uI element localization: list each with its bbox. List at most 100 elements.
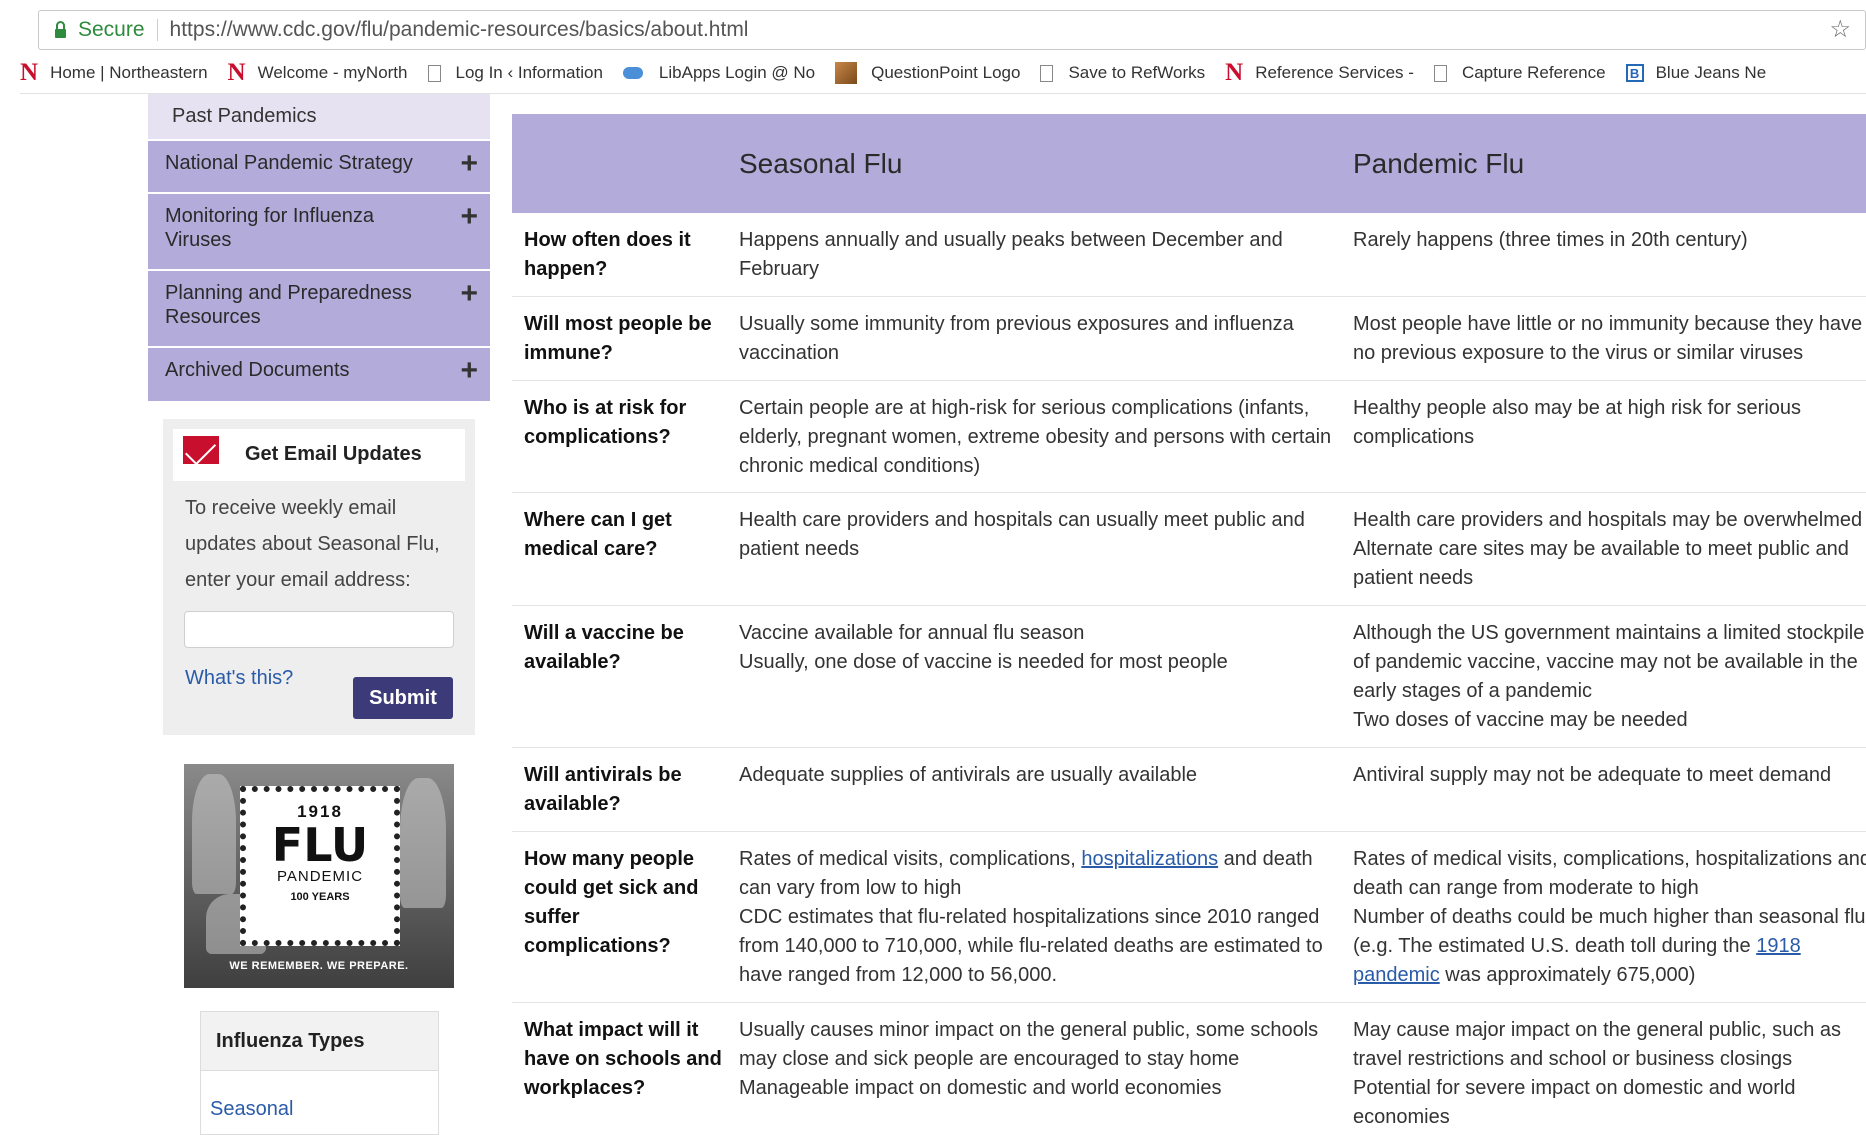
sidebar-item-label: Archived Documents bbox=[165, 359, 350, 381]
email-updates-description: To receive weekly email updates about Se… bbox=[185, 497, 440, 591]
sidebar-item-label: Past Pandemics bbox=[172, 105, 317, 127]
seasonal-text: Rates of medical visits, complications, bbox=[739, 848, 1082, 870]
bookmark-label: Log In ‹ Information bbox=[455, 63, 603, 82]
url-text[interactable]: https://www.cdc.gov/flu/pandemic-resourc… bbox=[170, 18, 749, 42]
northeastern-n-icon: N bbox=[1225, 59, 1244, 86]
email-updates-header: Get Email Updates bbox=[173, 429, 465, 481]
seasonal-cell: Health care providers and hospitals can … bbox=[739, 509, 1305, 560]
influenza-types-heading: Influenza Types bbox=[201, 1012, 438, 1071]
email-field[interactable] bbox=[184, 611, 454, 648]
pandemic-cell: Rarely happens (three times in 20th cent… bbox=[1353, 229, 1748, 251]
row-question: Will antivirals be available? bbox=[524, 764, 682, 815]
sidebar-item-past-pandemics[interactable]: Past Pandemics bbox=[148, 94, 490, 139]
pandemic-cell: Most people have little or no immunity b… bbox=[1353, 313, 1863, 364]
bookmark-label: Save to RefWorks bbox=[1068, 63, 1206, 82]
flu-comparison-table: Seasonal Flu Pandemic Flu How often does… bbox=[512, 114, 1866, 1128]
bookmark-mynorth[interactable]: N Welcome - myNorth bbox=[228, 59, 408, 87]
submit-button[interactable]: Submit bbox=[353, 677, 453, 719]
seasonal-cell: Certain people are at high-risk for seri… bbox=[739, 397, 1332, 477]
promo-figure bbox=[192, 774, 236, 894]
promo-tagline: WE REMEMBER. WE PREPARE. bbox=[229, 960, 409, 972]
sidebar-item-label: Planning and Preparedness Resources bbox=[165, 282, 412, 328]
bookmark-login-information[interactable]: Log In ‹ Information bbox=[427, 63, 603, 83]
sidebar-item-planning[interactable]: Planning and Preparedness Resources + bbox=[148, 269, 490, 346]
influenza-types-box: Influenza Types Seasonal bbox=[200, 1011, 439, 1135]
expand-plus-icon[interactable]: + bbox=[460, 279, 478, 309]
seasonal-cell: Happens annually and usually peaks betwe… bbox=[739, 229, 1283, 280]
sidebar-item-national-pandemic-strategy[interactable]: National Pandemic Strategy + bbox=[148, 139, 490, 192]
table-row: Will most people be immune? Usually some… bbox=[512, 297, 1866, 381]
pandemic-cell: Healthy people also may be at high risk … bbox=[1353, 397, 1802, 448]
bookmark-label: QuestionPoint Logo bbox=[871, 63, 1021, 82]
sidebar-item-monitoring[interactable]: Monitoring for Influenza Viruses + bbox=[148, 192, 490, 269]
expand-plus-icon[interactable]: + bbox=[460, 356, 478, 386]
seasonal-text: CDC estimates that flu-related hospitali… bbox=[739, 906, 1323, 986]
flu-1918-badge: 1918 FLU PANDEMIC 100 YEARS bbox=[240, 786, 400, 946]
table-row: How often does it happen? Happens annual… bbox=[512, 213, 1866, 297]
cloud-icon bbox=[622, 67, 643, 79]
northeastern-n-icon: N bbox=[227, 59, 246, 86]
bookmark-label: Welcome - myNorth bbox=[257, 63, 408, 82]
bluejeans-icon: B bbox=[1625, 64, 1644, 82]
whats-this-link[interactable]: What's this? bbox=[185, 667, 293, 690]
expand-plus-icon[interactable]: + bbox=[460, 202, 478, 232]
browser-chrome: Secure https://www.cdc.gov/flu/pandemic-… bbox=[0, 0, 1866, 94]
row-question: How often does it happen? bbox=[524, 229, 691, 280]
table-row: Where can I get medical care? Health car… bbox=[512, 493, 1866, 606]
bookmark-label: LibApps Login @ No bbox=[658, 63, 816, 82]
seasonal-link[interactable]: Seasonal bbox=[210, 1098, 293, 1121]
left-gutter bbox=[0, 94, 22, 1135]
table-row: Will a vaccine be available? Vaccine ava… bbox=[512, 606, 1866, 748]
seasonal-cell: Usually some immunity from previous expo… bbox=[739, 313, 1294, 364]
bookmark-label: Reference Services - bbox=[1255, 63, 1414, 82]
table-row: How many people could get sick and suffe… bbox=[512, 832, 1866, 1003]
row-question: Will most people be immune? bbox=[524, 313, 712, 364]
sidebar-item-archived-documents[interactable]: Archived Documents + bbox=[148, 346, 490, 401]
sidebar-item-label: Monitoring for Influenza Viruses bbox=[165, 205, 375, 251]
pandemic-cell: Health care providers and hospitals may … bbox=[1353, 509, 1863, 589]
table-row: What impact will it have on schools and … bbox=[512, 1003, 1866, 1128]
bookmark-label: Blue Jeans Ne bbox=[1655, 63, 1767, 82]
header-pandemic-flu: Pandemic Flu bbox=[1353, 148, 1525, 179]
badge-years: 100 YEARS bbox=[290, 891, 350, 903]
bookmark-capture-reference[interactable]: Capture Reference bbox=[1433, 63, 1606, 83]
sidebar-item-label: National Pandemic Strategy bbox=[165, 152, 413, 174]
bookmarks-bar: N Home | Northeastern N Welcome - myNort… bbox=[20, 56, 1866, 90]
bookmark-refworks[interactable]: Save to RefWorks bbox=[1040, 63, 1205, 83]
pandemic-cell: Although the US government maintains a l… bbox=[1353, 622, 1865, 731]
address-separator bbox=[156, 19, 158, 41]
expand-plus-icon[interactable]: + bbox=[460, 149, 478, 179]
header-seasonal-flu: Seasonal Flu bbox=[739, 148, 903, 179]
bookmark-star-icon[interactable]: ☆ bbox=[1829, 15, 1851, 44]
email-updates-title: Get Email Updates bbox=[245, 443, 422, 465]
pandemic-cell: Antiviral supply may not be adequate to … bbox=[1353, 764, 1832, 786]
email-updates-box: Get Email Updates To receive weekly emai… bbox=[163, 419, 475, 735]
northeastern-n-icon: N bbox=[20, 59, 39, 86]
table-row: Will antivirals be available? Adequate s… bbox=[512, 748, 1866, 832]
seasonal-cell: Adequate supplies of antivirals are usua… bbox=[739, 764, 1198, 786]
address-bar[interactable]: Secure https://www.cdc.gov/flu/pandemic-… bbox=[38, 10, 1866, 50]
badge-pandemic: PANDEMIC bbox=[276, 868, 364, 885]
pandemic-text: Rates of medical visits, complications, … bbox=[1353, 848, 1866, 899]
bookmark-home-northeastern[interactable]: N Home | Northeastern bbox=[20, 59, 208, 87]
seasonal-cell: Usually causes minor impact on the gener… bbox=[739, 1019, 1319, 1099]
bookmark-questionpoint[interactable]: QuestionPoint Logo bbox=[835, 62, 1020, 84]
bookmark-bluejeans[interactable]: B Blue Jeans Ne bbox=[1625, 63, 1767, 83]
hospitalizations-link[interactable]: hospitalizations bbox=[1081, 848, 1218, 870]
bookmark-libapps[interactable]: LibApps Login @ No bbox=[622, 63, 816, 83]
pandemic-text: was approximately 675,000) bbox=[1439, 964, 1696, 986]
table-row: Who is at risk for complications? Certai… bbox=[512, 381, 1866, 493]
flu-1918-promo-image[interactable]: 1918 FLU PANDEMIC 100 YEARS WE REMEMBER.… bbox=[184, 764, 454, 988]
seasonal-cell: Rates of medical visits, complications, … bbox=[739, 845, 1339, 990]
page-icon bbox=[427, 64, 441, 82]
bookmark-label: Home | Northeastern bbox=[50, 63, 208, 82]
row-question: How many people could get sick and suffe… bbox=[524, 848, 699, 957]
page-icon bbox=[1040, 64, 1054, 82]
secure-label: Secure bbox=[78, 18, 145, 41]
page-icon bbox=[1433, 64, 1447, 82]
bookmark-reference-services[interactable]: N Reference Services - bbox=[1225, 59, 1414, 87]
seasonal-cell: Vaccine available for annual flu season … bbox=[739, 622, 1228, 673]
row-question: What impact will it have on schools and … bbox=[524, 1019, 722, 1099]
bookmark-label: Capture Reference bbox=[1461, 63, 1606, 82]
row-question: Will a vaccine be available? bbox=[524, 622, 684, 673]
